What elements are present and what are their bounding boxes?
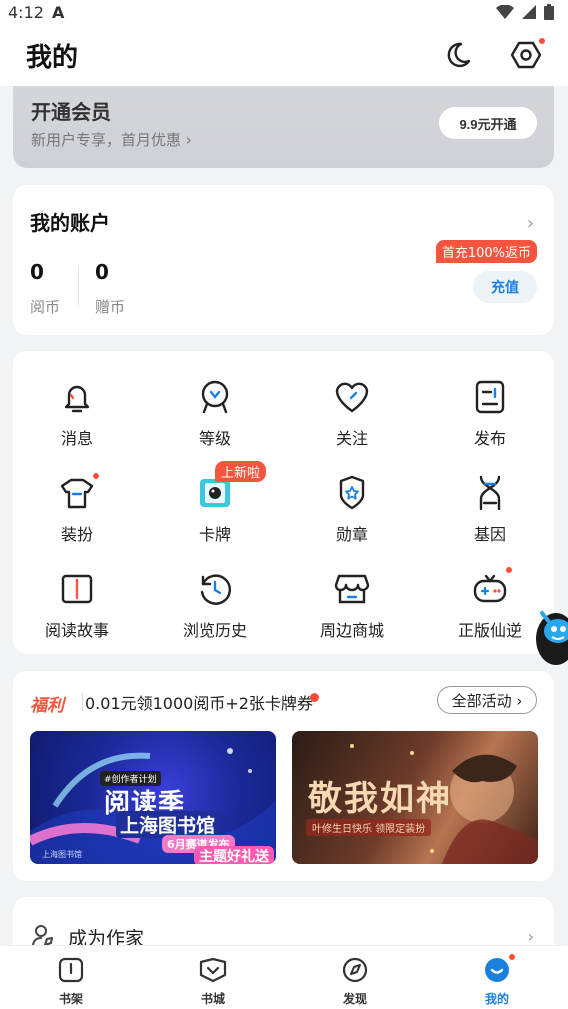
heart-icon (332, 377, 372, 417)
feature-grid: 消息 等级 关注 发布 装扮 上新啦 卡牌 勋章 基因 阅读故事 浏览历史 周边… (13, 351, 554, 654)
feature-messages[interactable]: 消息 (22, 377, 132, 457)
chevron-right-icon: › (527, 927, 534, 946)
feature-label: 等级 (198, 429, 231, 448)
feature-game[interactable]: 正版仙逆 (435, 565, 545, 649)
banner-logo-text: 上海图书馆 (42, 850, 82, 859)
nav-bookshelf[interactable]: 书架 (0, 946, 142, 1009)
settings-button[interactable] (510, 36, 547, 71)
balance-value: 0 (30, 260, 44, 284)
balance-label: 阅币 (30, 298, 61, 316)
shop-icon (332, 569, 372, 609)
balance-value: 0 (95, 260, 109, 284)
welfare-red-dot (310, 693, 319, 702)
banner-subtitle: 上海图书馆 (116, 811, 220, 838)
signal-icon (522, 5, 536, 19)
nav-bookstore[interactable]: 书城 (142, 946, 284, 1009)
balance-label: 赠币 (95, 298, 126, 316)
first-recharge-promo-badge: 首充100%返币 (435, 240, 537, 263)
settings-icon (511, 41, 541, 69)
shirt-icon (57, 471, 101, 513)
feature-label: 周边商城 (319, 621, 384, 640)
bell-icon (57, 377, 97, 417)
page-title: 我的 (26, 42, 79, 73)
mascot-icon (536, 611, 568, 665)
page-header: 我的 (0, 24, 568, 86)
divider (78, 265, 79, 305)
level-badge-icon (195, 377, 235, 417)
author-icon (32, 925, 53, 946)
all-activities-button[interactable]: 全部活动 › (437, 686, 537, 714)
feature-follow[interactable]: 关注 (297, 377, 407, 457)
nav-label: 发现 (342, 992, 367, 1006)
book-icon (57, 569, 97, 609)
app-notification-icon: A (51, 2, 65, 22)
card-icon: 上新啦 (195, 461, 267, 513)
profile-red-dot (507, 952, 517, 962)
account-card[interactable]: 我的账户 › 0 阅币 0 赠币 首充100%返币 充值 (13, 185, 554, 335)
balance-zengbi[interactable]: 0 赠币 (95, 260, 125, 317)
feature-history[interactable]: 浏览历史 (160, 569, 270, 649)
floating-mascot[interactable] (532, 605, 568, 671)
status-time: 4:12 (8, 2, 44, 22)
vip-open-button[interactable]: 9.9元开通 (439, 107, 537, 139)
nav-discover[interactable]: 发现 (284, 946, 426, 1009)
battery-icon (544, 4, 554, 20)
account-title: 我的账户 (30, 211, 110, 235)
moon-icon (447, 42, 471, 68)
settings-red-dot (537, 36, 547, 46)
night-mode-button[interactable] (442, 39, 474, 71)
dna-icon (470, 473, 510, 513)
feature-label: 勋章 (335, 525, 368, 544)
divider (82, 693, 83, 711)
feature-label: 卡牌 (198, 525, 231, 544)
new-badge: 上新啦 (215, 461, 267, 482)
welfare-card: 福利 0.01元领1000阅币+2张卡牌券 全部活动 › #创作者计划 阅读季 … (13, 671, 554, 881)
feature-label: 阅读故事 (44, 621, 109, 640)
feature-label: 装扮 (60, 525, 93, 544)
feature-label: 正版仙逆 (457, 621, 522, 640)
feature-publish[interactable]: 发布 (435, 377, 545, 457)
feature-label: 基因 (473, 525, 506, 544)
nav-label: 我的 (484, 992, 509, 1006)
banner-title: 敬我如神 (308, 779, 452, 819)
nav-profile[interactable]: 我的 (426, 946, 568, 1009)
nav-label: 书城 (200, 992, 225, 1006)
balance-yuebi[interactable]: 0 阅币 (30, 260, 60, 317)
wifi-icon (496, 5, 514, 19)
profile-icon (485, 958, 509, 982)
bookshelf-icon (58, 957, 84, 983)
feature-gene[interactable]: 基因 (435, 473, 545, 553)
recharge-button[interactable]: 充值 (473, 271, 537, 303)
welfare-offer-text[interactable]: 0.01元领1000阅币+2张卡牌券 (85, 690, 313, 714)
feature-shop[interactable]: 周边商城 (297, 569, 407, 649)
bookstore-icon (199, 957, 227, 983)
feature-level[interactable]: 等级 (160, 377, 270, 457)
feature-label: 浏览历史 (182, 621, 247, 640)
game-red-dot (504, 565, 514, 575)
clock-icon (195, 569, 235, 609)
feature-outfit[interactable]: 装扮 (22, 471, 132, 553)
banner-reading-season[interactable]: #创作者计划 阅读季 上海图书馆 6月赛道发布 主题好礼送 上海图书馆 (30, 731, 276, 864)
feature-label: 消息 (60, 429, 93, 448)
banner-pill: 主题好礼送 (194, 846, 274, 864)
feature-cards[interactable]: 上新啦 卡牌 (160, 461, 270, 553)
chevron-right-icon: › (526, 213, 534, 234)
feature-reading-stories[interactable]: 阅读故事 (22, 569, 132, 649)
status-icons (496, 4, 554, 20)
gamepad-icon (470, 565, 514, 609)
welfare-tag: 福利 (30, 696, 64, 716)
outfit-red-dot (91, 471, 101, 481)
banner-subtitle: 叶修生日快乐 领限定装扮 (306, 819, 432, 836)
nav-label: 书架 (58, 992, 83, 1006)
feature-label: 发布 (473, 429, 506, 448)
document-icon (470, 377, 510, 417)
vip-card[interactable]: 开通会员 新用户专享，首月优惠 › 9.9元开通 (13, 86, 554, 168)
status-bar: 4:12 A (0, 0, 568, 24)
compass-icon (342, 957, 368, 983)
bottom-navigation: 书架 书城 发现 我的 (0, 945, 568, 1009)
feature-medals[interactable]: 勋章 (297, 473, 407, 553)
medal-icon (332, 473, 372, 513)
feature-label: 关注 (335, 429, 368, 448)
banner-ye-xiu-birthday[interactable]: 敬我如神 叶修生日快乐 领限定装扮 (292, 731, 538, 864)
